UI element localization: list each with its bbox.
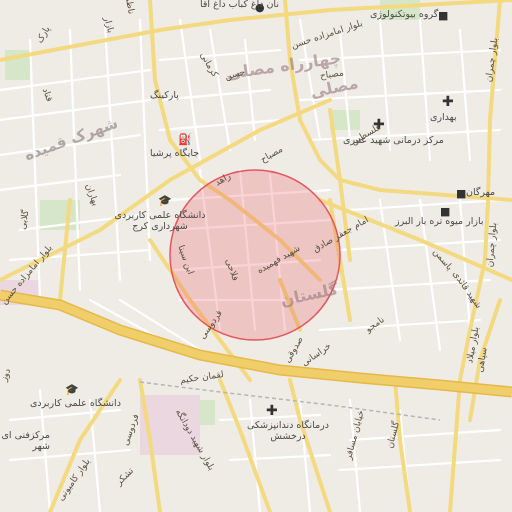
poi-label-nan-dagh: نان داغ کباب داغ آقا <box>200 0 279 10</box>
graduation-cap-icon[interactable]: 🎓 <box>158 195 172 206</box>
plus-icon[interactable]: ✚ <box>266 404 278 418</box>
plus-icon[interactable]: ✚ <box>442 95 454 109</box>
shopping-icon[interactable]: ■ <box>456 188 466 199</box>
poi-label-mehrgan: مهرگان <box>466 187 496 198</box>
poi-label-gas-station: جایگاه پرشیا <box>150 148 200 159</box>
poi-label-clinic-darakhshesh: درمانگاه دندانپزشکی درخشش <box>247 420 329 442</box>
poi-label-behdari: بهداری <box>430 112 457 123</box>
road-label: ناظم <box>122 0 136 15</box>
poi-label-parking: پارکینگ <box>150 90 179 101</box>
briefcase-icon[interactable]: ■ <box>438 10 448 21</box>
poi-label-biotech: گروه بیوتکنولوژی <box>370 9 439 20</box>
poi-label-university-karaj: دانشگاه علمی کاربردی شهرداری کرج <box>114 210 206 232</box>
fuel-icon[interactable]: ⛽ <box>178 134 192 145</box>
poi-label-university-2: دانشگاه علمی کاربردی <box>30 398 121 409</box>
poi-label-fruit-market: بازار میوه تره بار البرز <box>395 216 484 227</box>
map-viewport[interactable]: چهارراه مصلی مصلی شهرک قمیده گلستان ● نا… <box>0 0 512 512</box>
graduation-cap-icon[interactable]: 🎓 <box>65 384 79 395</box>
poi-label-markaz-fani: مرکزفنی ای شهر <box>1 430 50 452</box>
highlight-circle <box>169 169 341 341</box>
